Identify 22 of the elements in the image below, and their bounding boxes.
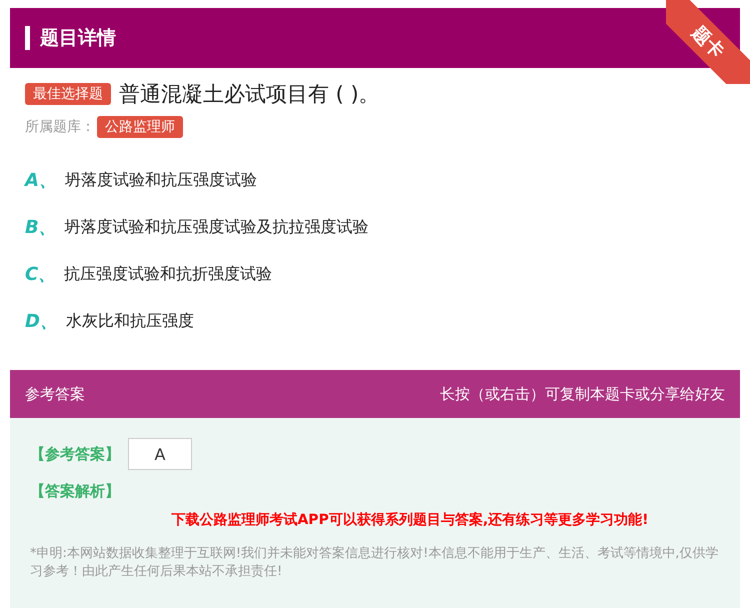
header-title: 题目详情 bbox=[40, 26, 116, 51]
corner-ribbon[interactable]: 题卡 bbox=[666, 0, 750, 84]
answer-bar-title: 参考答案 bbox=[25, 384, 85, 404]
analysis-label: 【答案解析】 bbox=[30, 482, 120, 501]
option-letter: D、 bbox=[25, 310, 58, 333]
promo-text: 下载公路监理师考试APP可以获得系列题目与答案,还有练习等更多学习功能! bbox=[170, 511, 650, 529]
bank-label: 所属题库： bbox=[25, 118, 95, 136]
option-letter: B、 bbox=[25, 216, 57, 239]
option-text: 坍落度试验和抗压强度试验及抗拉强度试验 bbox=[64, 216, 369, 238]
bank-badge[interactable]: 公路监理师 bbox=[97, 116, 183, 138]
question-text: 普通混凝土必试项目有 ( )。 bbox=[119, 81, 380, 108]
share-hint: 长按（或右击）可复制本题卡或分享给好友 bbox=[440, 384, 725, 404]
disclaimer-text: *申明:本网站数据收集整理于互联网!我们并未能对答案信息进行核对!本信息不能用于生产、生活、考试等情境中,仅供学习参考！由此产生任何后果本站不承担责任! bbox=[30, 545, 720, 581]
option-letter: C、 bbox=[25, 263, 56, 286]
title-marker bbox=[25, 26, 30, 50]
question-type-badge: 最佳选择题 bbox=[25, 83, 111, 105]
answer-label: 【参考答案】 bbox=[30, 444, 120, 464]
option-text: 水灰比和抗压强度 bbox=[66, 310, 194, 332]
answer-value: A bbox=[128, 438, 192, 470]
option-letter: A、 bbox=[25, 169, 57, 192]
option-text: 坍落度试验和抗压强度试验 bbox=[64, 170, 257, 190]
option-text: 抗压强度试验和抗折强度试验 bbox=[64, 264, 272, 284]
